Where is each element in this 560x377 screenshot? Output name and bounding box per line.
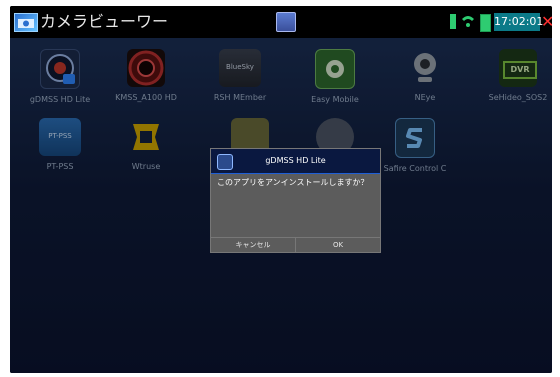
close-icon[interactable]: ✕ [541, 12, 552, 32]
dialog-button-bar: キャンセル OK [211, 237, 380, 253]
camera-viewer-logo-icon [14, 13, 38, 32]
uninstall-dialog: gDMSS HD Lite このアプリをアンインストールしますか？ キャンセル … [211, 149, 380, 253]
wifi-icon [462, 16, 474, 27]
app-title: カメラビューワー [40, 12, 169, 31]
dialog-header: gDMSS HD Lite [211, 149, 380, 174]
status-bar: カメラビューワー 17:02:01 ✕ [10, 6, 552, 38]
cancel-button[interactable]: キャンセル [211, 238, 296, 253]
dialog-message: このアプリをアンインストールしますか？ [217, 178, 369, 187]
recorder-status-icon[interactable] [276, 12, 296, 32]
signal-icon [450, 14, 456, 29]
battery-icon [480, 14, 491, 32]
ok-button[interactable]: OK [296, 238, 380, 253]
clock: 17:02:01 [494, 13, 543, 31]
device-screen: カメラビューワー 17:02:01 ✕ gDMSS HD Lite KMSS_A… [10, 6, 552, 373]
dialog-title: gDMSS HD Lite [265, 156, 326, 165]
